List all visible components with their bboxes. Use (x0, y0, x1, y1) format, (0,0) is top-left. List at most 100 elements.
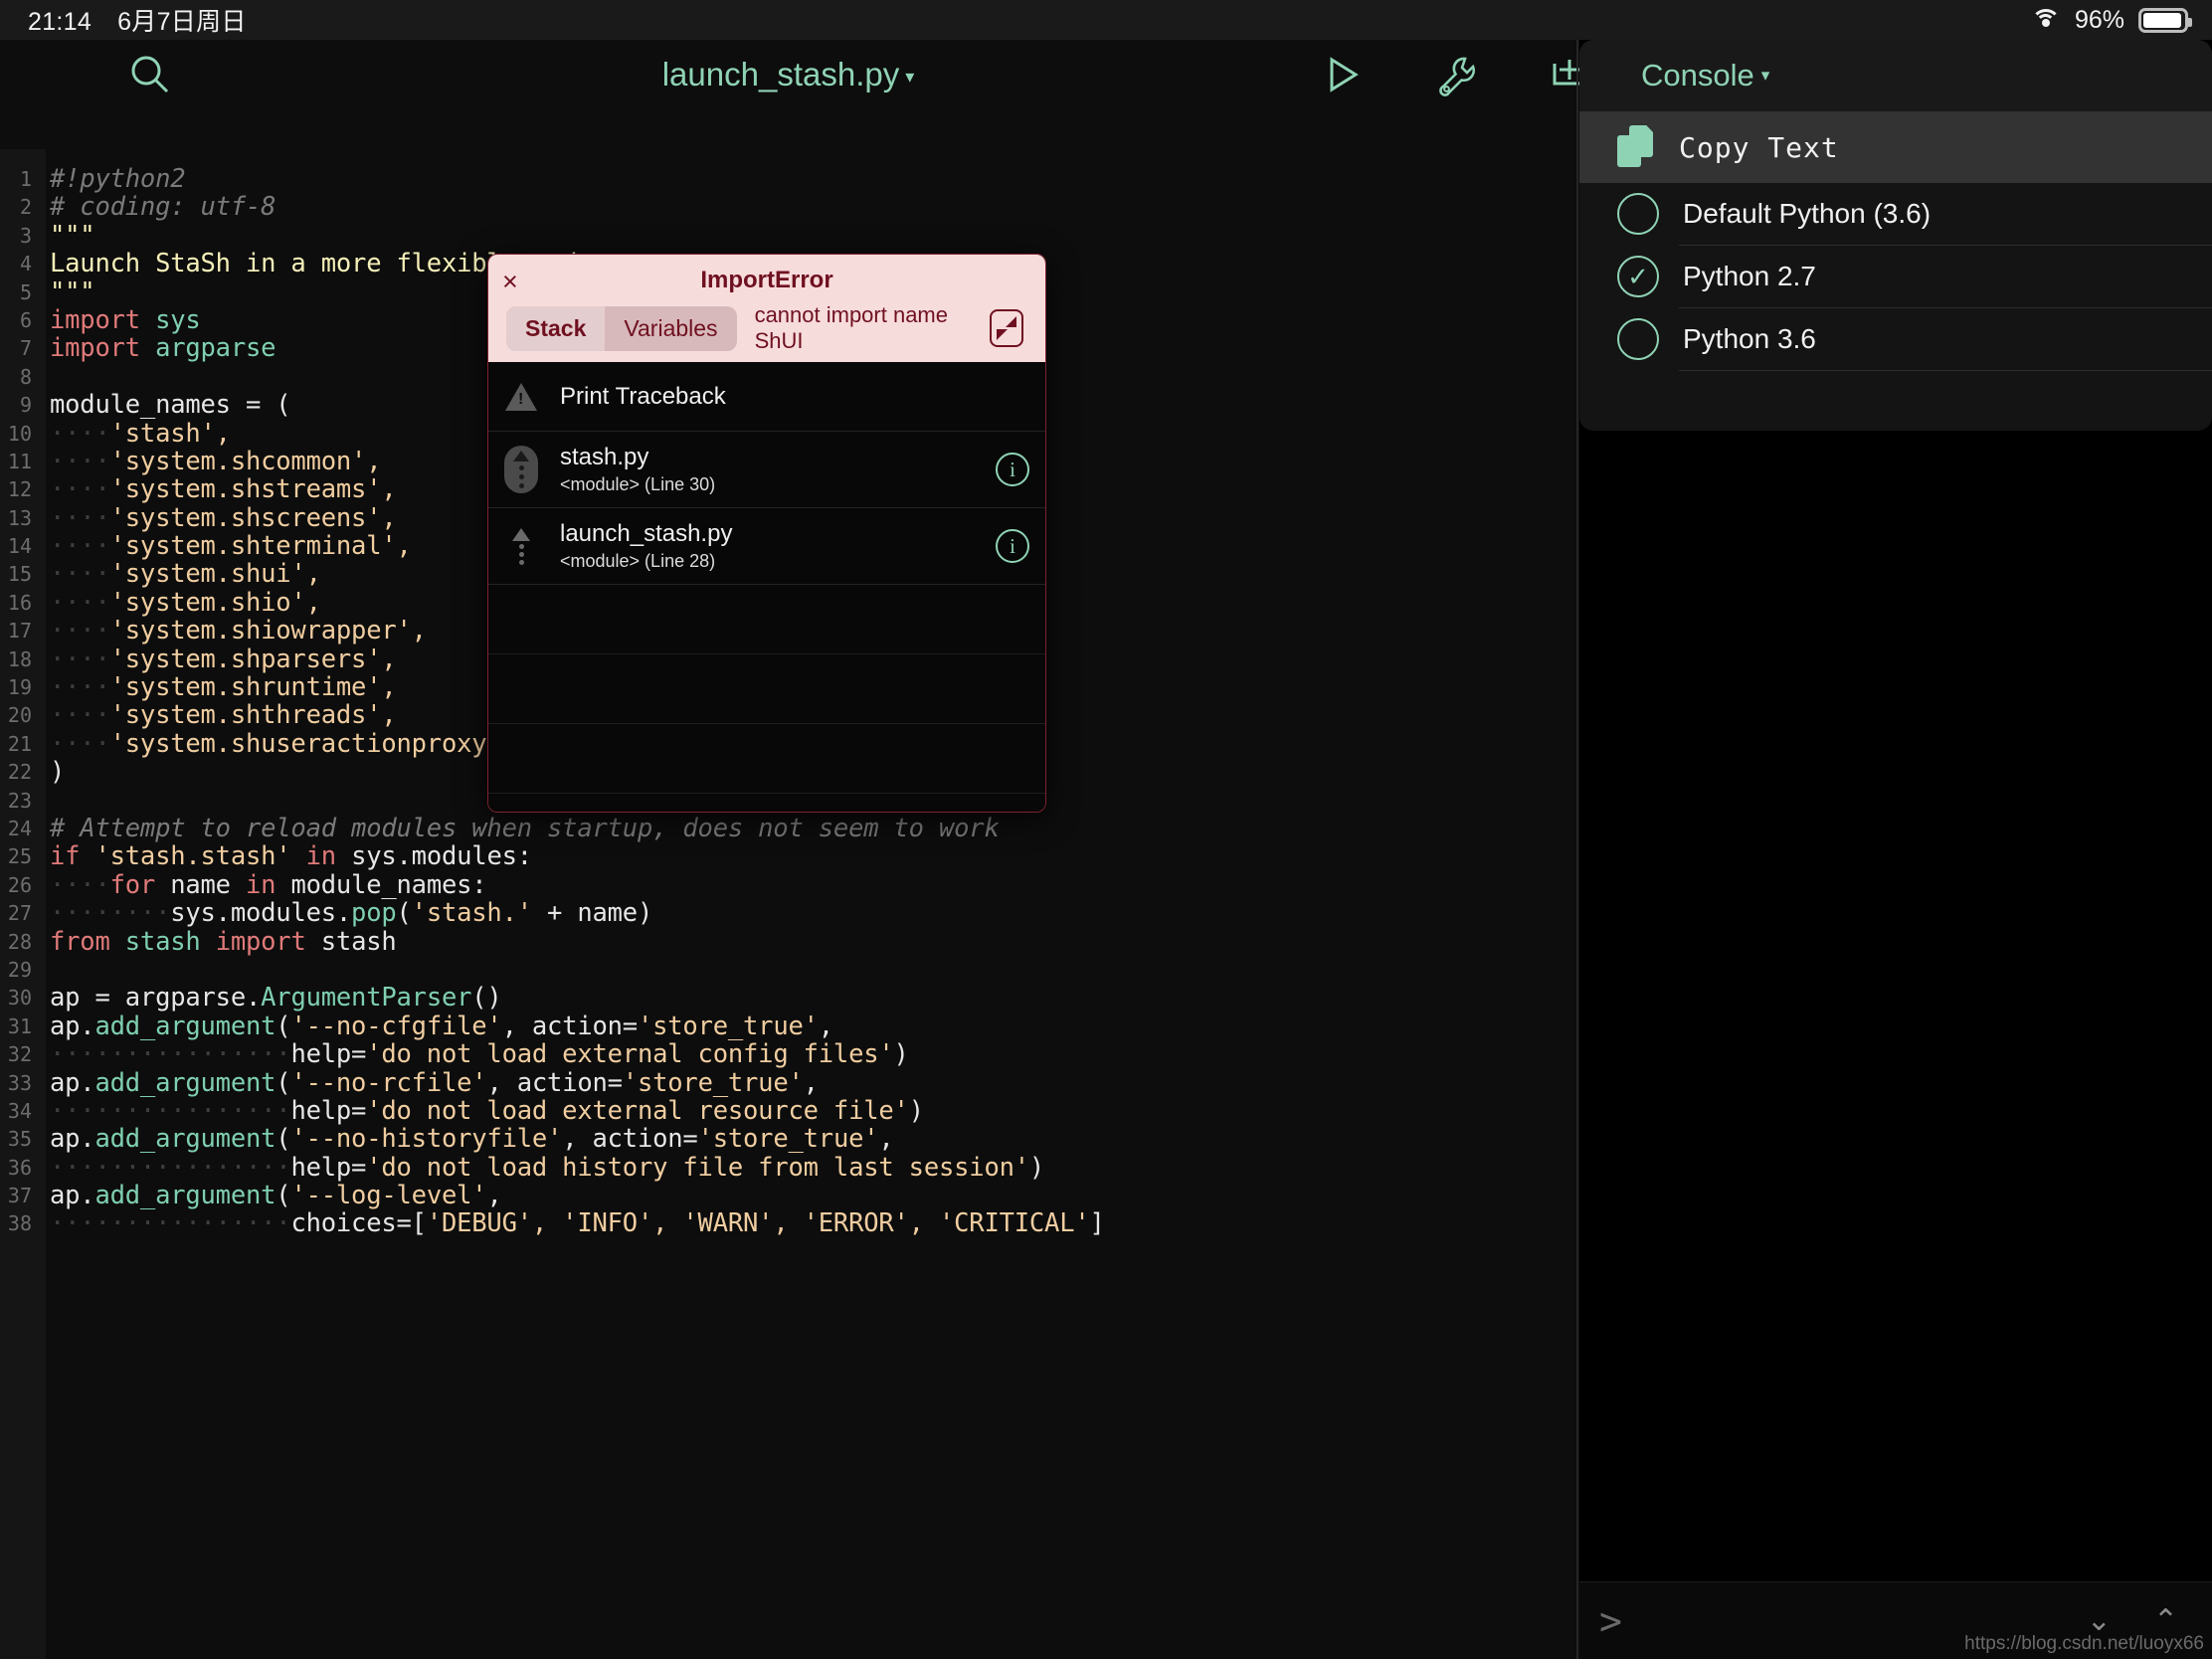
line-number: 32 (0, 1040, 40, 1069)
menu-item-label: Copy Text (1679, 130, 1839, 164)
stack-frame-icon (500, 446, 542, 493)
code-line-text: """ (50, 220, 95, 251)
line-number: 16 (0, 588, 40, 618)
console-dropdown-menu: Copy Text Default Python (3.6) ✓ Python … (1579, 111, 2212, 431)
stack-frame-up-icon (500, 527, 542, 565)
line-number: 17 (0, 617, 40, 645)
code-line-text: ) (50, 757, 66, 788)
line-number: 12 (0, 475, 40, 504)
line-number: 33 (0, 1068, 40, 1097)
battery-icon (2138, 7, 2192, 33)
warning-triangle-icon (500, 382, 542, 411)
code-line: 30 ap = argparse.ArgumentParser() (0, 984, 1576, 1013)
dialog-empty-row (488, 724, 1045, 794)
line-number: 8 (0, 362, 40, 392)
wifi-icon (2030, 9, 2061, 31)
editor-pane: launch_stash.py ▾ 1 #!python2 2 # coding… (0, 40, 1586, 1659)
code-line: 38 ················choices=['DEBUG', 'INF… (0, 1209, 1576, 1238)
battery-percent-label: 96% (2074, 5, 2124, 34)
file-name-label: launch_stash.py (661, 56, 900, 92)
pane-divider (1576, 40, 1578, 1659)
console-watermark: https://blog.csdn.net/luoyx66 (1964, 1633, 2204, 1654)
dialog-empty-row (488, 585, 1045, 654)
tab-variables[interactable]: Variables (605, 306, 736, 351)
code-line: 29 (0, 955, 1576, 985)
hamburger-menu-icon[interactable] (20, 60, 60, 90)
code-line-text: ················help='do not load extern… (50, 1039, 909, 1070)
copy-icon (1617, 125, 1655, 169)
stack-variables-segmented-control[interactable]: Stack Variables (506, 305, 737, 351)
radio-icon (1617, 318, 1659, 360)
code-line-text: ········sys.modules.pop('stash.' + name) (50, 898, 653, 929)
row-title: stash.py (560, 444, 649, 470)
code-line-text: ····'system.shui', (50, 559, 321, 590)
menu-item-python-36[interactable]: Python 3.6 (1579, 308, 2212, 370)
menu-item-python-27[interactable]: ✓ Python 2.7 (1579, 246, 2212, 307)
code-line-text: """ (50, 276, 95, 307)
code-line-text: ap.add_argument('--log-level', (50, 1181, 502, 1211)
line-number: 14 (0, 532, 40, 561)
menu-item-label: Python 2.7 (1683, 261, 1816, 291)
line-number: 22 (0, 758, 40, 787)
info-icon[interactable]: i (996, 529, 1029, 563)
code-line: 35 ap.add_argument('--no-historyfile', ac… (0, 1125, 1576, 1154)
dialog-empty-row (488, 654, 1045, 724)
line-number: 1 (0, 165, 40, 194)
status-bar-right: 96% (2030, 5, 2192, 35)
menu-item-default-python[interactable]: Default Python (3.6) (1579, 183, 2212, 245)
code-line-text: if 'stash.stash' in sys.modules: (50, 841, 532, 872)
row-title: launch_stash.py (560, 520, 733, 547)
line-number: 26 (0, 870, 40, 900)
line-number: 19 (0, 673, 40, 702)
menu-item-label: Python 3.6 (1683, 323, 1816, 354)
line-number: 31 (0, 1012, 40, 1041)
code-line: 36 ················help='do not load hist… (0, 1152, 1576, 1183)
chevron-down-icon: ▾ (1760, 66, 1770, 85)
play-run-icon[interactable] (1318, 52, 1364, 97)
line-number: 18 (0, 645, 40, 674)
console-output-area[interactable] (1579, 637, 2212, 1532)
code-line-text: ····'system.shthreads', (50, 700, 397, 731)
dialog-header: × ImportError Stack Variables cannot imp… (488, 255, 1045, 362)
code-line: 33 ap.add_argument('--no-rcfile', action=… (0, 1068, 1576, 1097)
line-number: 13 (0, 503, 40, 533)
search-icon[interactable] (127, 52, 173, 97)
code-line-text: import argparse (50, 333, 276, 364)
code-line: 28 from stash import stash (0, 926, 1576, 957)
code-line-text: ····'system.shio', (50, 587, 321, 618)
print-traceback-row[interactable]: Print Traceback (488, 362, 1045, 432)
close-icon[interactable]: × (502, 269, 518, 295)
code-line: 25 if 'stash.stash' in sys.modules: (0, 841, 1576, 872)
line-number: 28 (0, 927, 40, 956)
code-line-text: ····'system.shruntime', (50, 672, 397, 703)
line-number: 21 (0, 729, 40, 759)
code-line-text: # Attempt to reload modules when startup… (50, 813, 1000, 843)
tab-stack[interactable]: Stack (506, 305, 606, 351)
stack-frame-row[interactable]: launch_stash.py <module> (Line 28) i (488, 508, 1045, 585)
code-line-text: ····'system.shparsers', (50, 644, 397, 674)
chevron-down-icon: ▾ (905, 66, 915, 87)
menu-item-copy-text[interactable]: Copy Text (1579, 111, 2212, 183)
expand-collapse-icon[interactable] (990, 309, 1023, 347)
line-number: 25 (0, 842, 40, 871)
code-line: 24 # Attempt to reload modules when start… (0, 813, 1576, 843)
console-prompt: > (1599, 1598, 1622, 1643)
wrench-icon[interactable] (1432, 52, 1478, 97)
code-line-text: ················help='do not load histor… (50, 1152, 1045, 1183)
date-label: 6月7日周日 (117, 8, 247, 36)
code-line: 34 ················help='do not load exte… (0, 1096, 1576, 1126)
console-title[interactable]: Console ▾ (1579, 40, 2212, 111)
code-line-text: # coding: utf-8 (50, 192, 276, 223)
row-text: stash.py <module> (Line 30) (560, 444, 978, 495)
line-number: 4 (0, 250, 40, 278)
code-line-text: ····for name in module_names: (50, 869, 487, 900)
line-number: 15 (0, 560, 40, 589)
code-line-text: from stash import stash (50, 926, 397, 957)
info-icon[interactable]: i (996, 453, 1029, 486)
line-number: 3 (0, 221, 40, 251)
code-line-text: ····'stash', (50, 418, 231, 449)
stack-frame-row[interactable]: stash.py <module> (Line 30) i (488, 432, 1045, 508)
line-number: 34 (0, 1096, 40, 1126)
